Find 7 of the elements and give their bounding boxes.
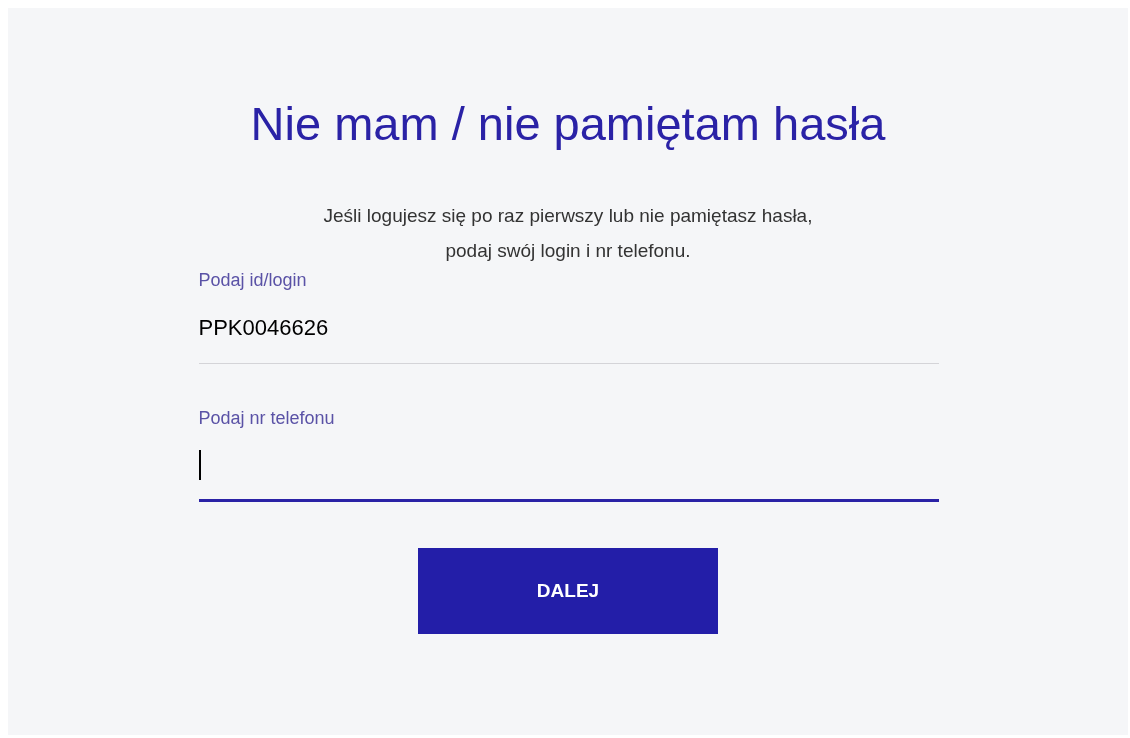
text-cursor [198,449,201,480]
field-label: Podaj nr telefonu [198,407,336,430]
input-field[interactable]: PPK0046626 [198,292,939,364]
field-label: Podaj id/login [198,269,308,292]
intro-text: Jeśli logujesz się po raz pierwszy lub nie pamiętasz hasła, podaj swój login i nr telefonu. [323,204,813,263]
next-button[interactable]: DALEJ [418,548,718,634]
page-title: Nie mam / nie pamiętam hasła [250,96,886,152]
